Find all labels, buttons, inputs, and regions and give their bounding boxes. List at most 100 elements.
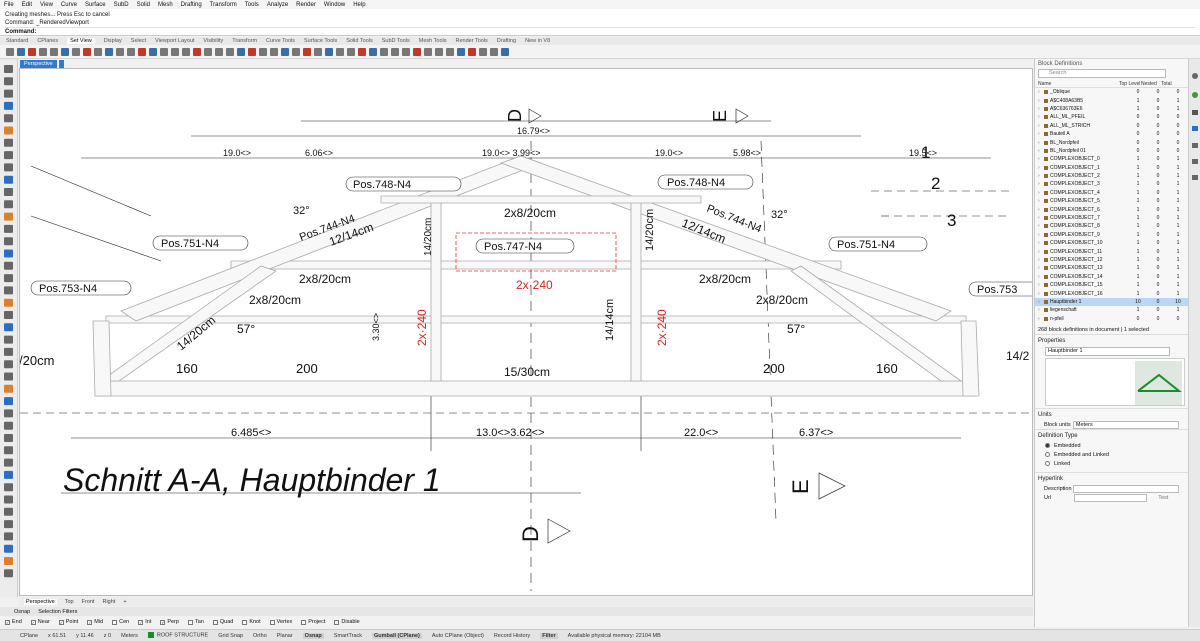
block-row[interactable]: › COMPLEXOBJECT_13 1 0 1 bbox=[1035, 264, 1188, 272]
menu-item-edit[interactable]: Edit bbox=[22, 2, 32, 8]
column-name[interactable]: Name bbox=[1038, 81, 1119, 87]
block-row[interactable]: › COMPLEXOBJECT_4 1 0 1 bbox=[1035, 189, 1188, 197]
toolbar-tool-icon[interactable] bbox=[446, 48, 454, 56]
left-tool-icon[interactable] bbox=[4, 274, 13, 283]
block-row[interactable]: › COMPLEXOBJECT_0 1 0 1 bbox=[1035, 155, 1188, 163]
osnap-point[interactable]: ✓ Point bbox=[58, 619, 78, 625]
left-tool-icon[interactable] bbox=[4, 384, 13, 393]
toggle-auto-cplane-object-[interactable]: Auto CPlane (Object) bbox=[432, 633, 484, 639]
menu-item-mesh[interactable]: Mesh bbox=[158, 2, 173, 8]
definition-type-linked[interactable]: Linked bbox=[1035, 459, 1188, 468]
test-button[interactable]: Test bbox=[1147, 495, 1179, 501]
left-tool-icon[interactable] bbox=[4, 138, 13, 147]
osnap-int[interactable]: ✓ Int bbox=[138, 619, 151, 625]
left-tool-icon[interactable] bbox=[4, 409, 13, 418]
block-row[interactable]: › Bauteil A000 bbox=[1035, 130, 1188, 138]
toolbar-tool-icon[interactable] bbox=[391, 48, 399, 56]
toggle-record-history[interactable]: Record History bbox=[494, 633, 530, 639]
search-input[interactable]: Search bbox=[1038, 69, 1166, 78]
toolbar-tool-icon[interactable] bbox=[248, 48, 256, 56]
toolbar-tool-icon[interactable] bbox=[501, 48, 509, 56]
osnap-quad[interactable]: Quad bbox=[212, 619, 233, 625]
toolbar-tool-icon[interactable] bbox=[149, 48, 157, 56]
block-row[interactable]: › BL_Nordpfeil 01 0 0 0 bbox=[1035, 147, 1188, 155]
tab-render-tools[interactable]: Render Tools bbox=[455, 38, 487, 44]
block-row[interactable]: › ALL_ML_STRICH 0 0 0 bbox=[1035, 122, 1188, 130]
block-row[interactable]: › COMPLEXOBJECT_10 1 0 1 bbox=[1035, 239, 1188, 247]
toolbar-tool-icon[interactable] bbox=[468, 48, 476, 56]
left-tool-icon[interactable] bbox=[4, 532, 13, 541]
block-row[interactable]: › liegenschaft 1 0 1 bbox=[1035, 306, 1188, 314]
toolbar-tool-icon[interactable] bbox=[226, 48, 234, 56]
toolbar-tool-icon[interactable] bbox=[336, 48, 344, 56]
left-tool-icon[interactable] bbox=[4, 249, 13, 258]
toolbar-tool-icon[interactable] bbox=[347, 48, 355, 56]
osnap-checkbox[interactable] bbox=[334, 619, 340, 625]
toolbar-tool-icon[interactable] bbox=[457, 48, 465, 56]
osnap-vertex[interactable]: Vertex bbox=[269, 619, 292, 625]
osnap-perp[interactable]: ✓ Perp bbox=[160, 619, 179, 625]
left-tool-icon[interactable] bbox=[4, 458, 13, 467]
menu-item-help[interactable]: Help bbox=[353, 2, 365, 8]
toolbar-tool-icon[interactable] bbox=[369, 48, 377, 56]
block-row[interactable]: › COMPLEXOBJECT_14 1 0 1 bbox=[1035, 273, 1188, 281]
block-row[interactable]: › COMPLEXOBJECT_16 1 0 1 bbox=[1035, 289, 1188, 297]
toolbar-tool-icon[interactable] bbox=[6, 48, 14, 56]
left-tool-icon[interactable] bbox=[4, 544, 13, 553]
left-tool-icon[interactable] bbox=[4, 298, 13, 307]
toolbar-tool-icon[interactable] bbox=[292, 48, 300, 56]
left-tool-icon[interactable] bbox=[4, 569, 13, 578]
osnap-cen[interactable]: Cen bbox=[112, 619, 129, 625]
toolbar-tool-icon[interactable] bbox=[94, 48, 102, 56]
left-tool-icon[interactable] bbox=[4, 77, 13, 86]
toggle-grid-snap[interactable]: Grid Snap bbox=[218, 633, 243, 639]
left-tool-icon[interactable] bbox=[4, 372, 13, 381]
left-tool-icon[interactable] bbox=[4, 224, 13, 233]
osnap-checkbox[interactable]: ✓ bbox=[5, 619, 10, 625]
osnap-tan[interactable]: Tan bbox=[187, 619, 204, 625]
toggle-planar[interactable]: Planar bbox=[277, 633, 293, 639]
tab-set-view[interactable]: Set View bbox=[67, 38, 95, 44]
left-tool-icon[interactable] bbox=[4, 507, 13, 516]
column-top-level[interactable]: Top Level bbox=[1119, 81, 1141, 87]
menu-item-drafting[interactable]: Drafting bbox=[181, 2, 202, 8]
block-row[interactable]: › COMPLEXOBJECT_3 1 0 1 bbox=[1035, 180, 1188, 188]
block-row[interactable]: › Hauptbinder 1 10 0 10 bbox=[1035, 297, 1188, 307]
left-tool-icon[interactable] bbox=[4, 311, 13, 319]
menu-item-window[interactable]: Window bbox=[324, 2, 345, 8]
tab-cplanes[interactable]: CPlanes bbox=[37, 38, 58, 44]
left-tool-icon[interactable] bbox=[4, 188, 13, 196]
viewport-tab-perspective[interactable]: Perspective bbox=[24, 598, 57, 605]
menu-item-view[interactable]: View bbox=[40, 2, 53, 8]
osnap-near[interactable]: ✓ Near bbox=[30, 619, 50, 625]
hyperlink-header[interactable]: Hyperlink bbox=[1035, 472, 1188, 484]
left-tool-icon[interactable] bbox=[4, 446, 13, 455]
tab-viewport-layout[interactable]: Viewport Layout bbox=[155, 38, 194, 44]
block-row[interactable]: › COMPLEXOBJECT_15 1 0 1 bbox=[1035, 281, 1188, 289]
left-tool-icon[interactable] bbox=[4, 360, 13, 369]
toolbar-tool-icon[interactable] bbox=[171, 48, 179, 56]
left-tool-icon[interactable] bbox=[4, 434, 13, 442]
add-viewport-icon[interactable]: + bbox=[123, 599, 126, 605]
menu-item-subd[interactable]: SubD bbox=[114, 2, 129, 8]
left-tool-icon[interactable] bbox=[4, 237, 13, 246]
osnap-mid[interactable]: ✓ Mid bbox=[87, 619, 103, 625]
toolbar-tool-icon[interactable] bbox=[72, 48, 80, 56]
osnap-checkbox[interactable]: ✓ bbox=[30, 619, 36, 625]
toolbar-tool-icon[interactable] bbox=[160, 48, 168, 56]
block-row[interactable]: › A$C636763E6 1 0 1 bbox=[1035, 105, 1188, 113]
definition-type-embedded-and-linked[interactable]: Embedded and Linked bbox=[1035, 450, 1188, 459]
toggle-smarttrack[interactable]: SmartTrack bbox=[334, 633, 362, 639]
command-prompt[interactable]: Command: bbox=[5, 27, 1195, 36]
osnap-disable[interactable]: Disable bbox=[334, 619, 360, 625]
toolbar-tool-icon[interactable] bbox=[424, 48, 432, 56]
properties-header[interactable]: Properties bbox=[1035, 334, 1188, 346]
block-units-select[interactable]: Meters bbox=[1072, 420, 1179, 429]
block-row[interactable]: › COMPLEXOBJECT_11 1 0 1 bbox=[1035, 247, 1188, 255]
osnap-end[interactable]: ✓ End bbox=[5, 619, 22, 625]
menu-item-transform[interactable]: Transform bbox=[210, 2, 237, 8]
osnap-checkbox[interactable] bbox=[112, 619, 118, 625]
current-layer[interactable]: ROOF STRUCTURE bbox=[147, 632, 208, 639]
toolbar-tool-icon[interactable] bbox=[325, 48, 333, 56]
toggle-gumball-cplane-[interactable]: Gumball (CPlane) bbox=[372, 632, 422, 639]
